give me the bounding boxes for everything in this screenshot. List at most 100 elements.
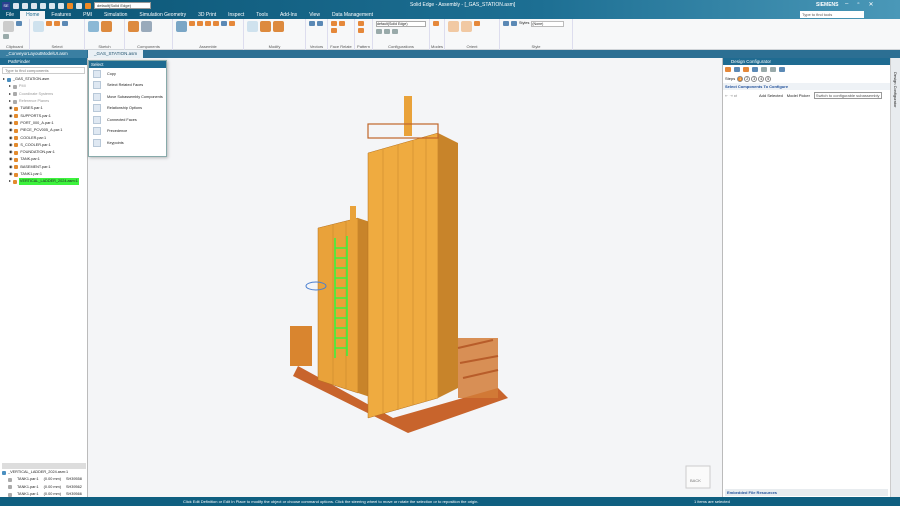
tree-item[interactable]: ◉ SUPPORTS.par:1 <box>0 112 87 119</box>
tree-item[interactable]: ◉ S_COOLER.par:1 <box>0 142 87 149</box>
tab-simulation-geometry[interactable]: Simulation Geometry <box>133 11 192 19</box>
visibility-icon[interactable]: ◉ <box>9 105 12 112</box>
view-cube[interactable]: BACK <box>685 465 711 489</box>
relate-icon[interactable] <box>197 21 203 26</box>
color-icon[interactable] <box>85 2 91 9</box>
expand-icon[interactable]: ▸ <box>9 83 11 90</box>
solid-edge-logo[interactable]: SE <box>2 1 10 10</box>
replace-part-button[interactable] <box>273 21 284 32</box>
tab-features[interactable]: Features <box>45 11 77 19</box>
mode-icon[interactable] <box>433 21 439 26</box>
tab-inspect[interactable]: Inspect <box>222 11 250 19</box>
paste-button[interactable] <box>3 21 14 32</box>
select-tool-icon[interactable] <box>62 21 68 26</box>
step-1[interactable]: 1 <box>737 75 744 82</box>
shading-icon[interactable] <box>511 21 517 26</box>
tab-home[interactable]: Home <box>20 11 46 19</box>
restore-icon[interactable]: ▫ <box>857 1 859 8</box>
visibility-icon[interactable]: ◉ <box>9 156 12 163</box>
face-relate-icon[interactable] <box>339 21 345 26</box>
tab-3d-print[interactable]: 3D Print <box>192 11 222 19</box>
step-5[interactable]: 5 <box>765 75 772 82</box>
tab-data-management[interactable]: Data Management <box>326 11 379 19</box>
tab-add-ins[interactable]: Add-Ins <box>274 11 303 19</box>
select-tool-icon[interactable] <box>46 21 52 26</box>
style-select[interactable]: (None) <box>531 21 565 27</box>
add-selected-button[interactable]: Add Selected <box>759 93 783 98</box>
tree-item[interactable]: ◉ TUBES.par:1 <box>0 105 87 112</box>
assembly-model[interactable]: BACK <box>88 58 722 497</box>
settings-icon[interactable] <box>67 2 73 9</box>
visibility-icon[interactable]: ◉ <box>9 120 12 127</box>
embedded-file-resources[interactable]: Embedded File Resources <box>725 489 888 496</box>
visibility-icon[interactable]: ◉ <box>9 113 12 120</box>
view-icon[interactable] <box>76 2 82 9</box>
tool-icon[interactable] <box>761 67 767 72</box>
face-relate-icon[interactable] <box>331 21 337 26</box>
config-icon[interactable] <box>384 29 390 34</box>
tree-item[interactable]: ◉ COOLER.par:1 <box>0 134 87 141</box>
print-icon[interactable] <box>40 2 46 9</box>
visibility-icon[interactable]: ◉ <box>9 142 12 149</box>
config-icon[interactable] <box>376 29 382 34</box>
insert-component-button[interactable] <box>128 21 139 32</box>
tool-icon[interactable] <box>743 67 749 72</box>
lower-row[interactable]: TANK1.par:1 (0.00 mm) SH39562 <box>0 484 88 491</box>
select-option-select-related-faces[interactable]: Select Related Faces <box>89 80 166 92</box>
tab-tools[interactable]: Tools <box>250 11 274 19</box>
pattern-icon[interactable] <box>358 21 364 26</box>
graphics-viewport[interactable]: BACK <box>88 58 722 497</box>
3d-sketch-button[interactable] <box>101 21 112 32</box>
visibility-icon[interactable]: ◉ <box>9 149 12 156</box>
save-icon[interactable] <box>31 2 37 9</box>
relate-icon[interactable] <box>221 21 227 26</box>
tree-item[interactable]: ◉ BASEMENT.par:1 <box>0 164 87 171</box>
tree-item[interactable]: ◉ TANK1.par:1 <box>0 171 87 178</box>
tree-item[interactable]: ◉ PORT_000_A.par:1 <box>0 120 87 127</box>
drag-component-button[interactable] <box>260 21 271 32</box>
select-option-copy[interactable]: Copy <box>89 68 166 80</box>
tab-simulation[interactable]: Simulation <box>98 11 133 19</box>
tree-item[interactable]: ◉ FOUNDATION.par:1 <box>0 149 87 156</box>
fit-button[interactable] <box>461 21 472 32</box>
tool-icon[interactable] <box>725 67 731 72</box>
undo-icon[interactable] <box>49 2 55 9</box>
tab-pmi[interactable]: PMI <box>77 11 98 19</box>
move-on-select-button[interactable] <box>247 21 258 32</box>
minimize-icon[interactable]: – <box>845 1 848 8</box>
select-option-connected-faces[interactable]: Connected Faces <box>89 114 166 126</box>
new-icon[interactable] <box>13 2 19 9</box>
visibility-icon[interactable]: ◉ <box>9 171 12 178</box>
step-2[interactable]: 2 <box>744 75 751 82</box>
lower-row[interactable]: TANK1.par:1 (0.00 mm) SH39558 <box>0 476 88 483</box>
step-3[interactable]: 3 <box>751 75 758 82</box>
step-4[interactable]: 4 <box>758 75 765 82</box>
tab-view[interactable]: View <box>303 11 326 19</box>
tree-item[interactable]: ▸ Reference Planes <box>0 98 87 105</box>
pattern-icon[interactable] <box>358 28 364 33</box>
config-icon[interactable] <box>392 29 398 34</box>
orient-icon[interactable] <box>474 21 480 26</box>
vector-icon[interactable] <box>317 21 323 26</box>
model-picker-button[interactable]: Model Picker <box>787 93 810 98</box>
doc-tab-gas-station[interactable]: _GAS_STATION.asm <box>88 50 144 58</box>
expand-icon[interactable]: ▸ <box>9 98 11 105</box>
tree-item[interactable]: ▸ PMI <box>0 83 87 90</box>
visibility-icon[interactable]: ◉ <box>9 127 12 134</box>
select-option-relationship-options[interactable]: Relationship Options <box>89 103 166 115</box>
expand-icon[interactable]: ▸ <box>9 178 11 185</box>
select-option-keypoints[interactable]: Keypoints <box>89 137 166 149</box>
lower-root[interactable]: _VERTICAL_LADDER_2024.asm:1 <box>0 469 88 476</box>
tool-icon[interactable] <box>734 67 740 72</box>
shading-icon[interactable] <box>503 21 509 26</box>
style-select[interactable]: default(Solid Edge) <box>94 2 151 9</box>
relate-icon[interactable] <box>229 21 235 26</box>
assemble-button[interactable] <box>176 21 187 32</box>
pathfinder-search-input[interactable]: Type to find components <box>2 67 85 74</box>
styles-button[interactable]: Styles <box>519 21 529 27</box>
doc-tab-conveyor[interactable]: _ConveyorLayoutModelUI.asm <box>0 50 87 58</box>
redo-icon[interactable] <box>58 2 64 9</box>
visibility-icon[interactable]: ◉ <box>9 135 12 142</box>
tool-icon[interactable] <box>752 67 758 72</box>
tab-file[interactable]: File <box>0 11 20 19</box>
